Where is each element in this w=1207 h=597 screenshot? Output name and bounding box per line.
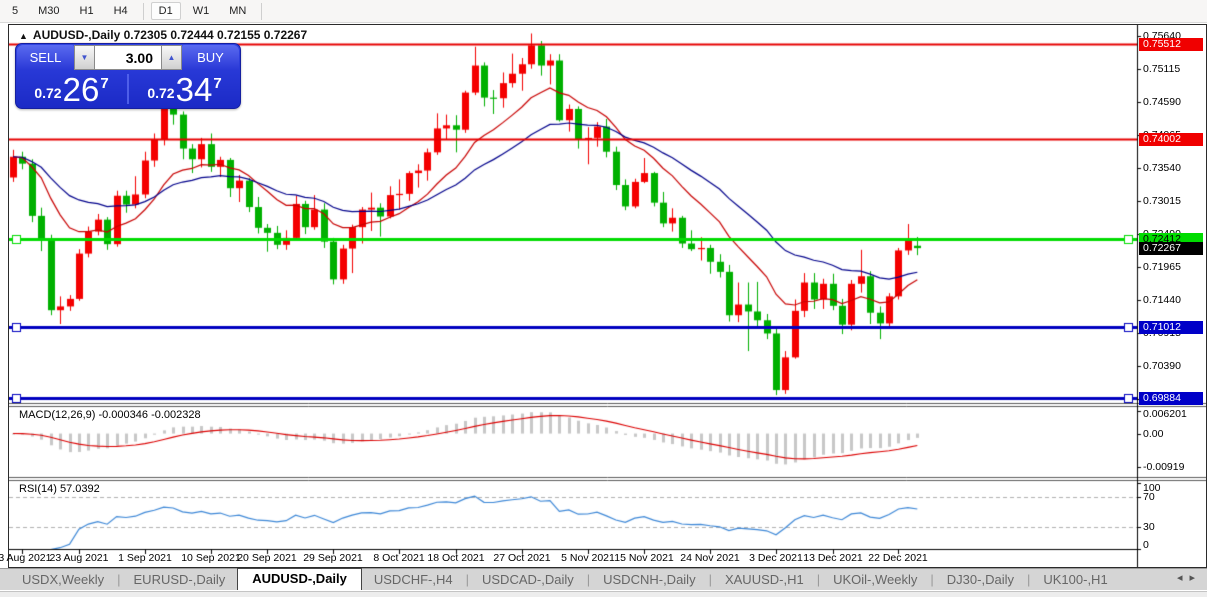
date-axis-label: 5 Nov 2021 bbox=[561, 552, 615, 564]
tab-scroll-left-icon[interactable]: ◂ bbox=[1177, 572, 1190, 584]
tab-scroll-arrows[interactable]: ◂▸ bbox=[1177, 571, 1202, 584]
status-bar bbox=[0, 591, 1207, 597]
price-tag-red: 0.75512 bbox=[1139, 38, 1203, 51]
tab-ukoil-weekly[interactable]: UKOil-,Weekly bbox=[821, 571, 929, 588]
date-axis-label: 8 Oct 2021 bbox=[373, 552, 425, 564]
tab-scroll-right-icon[interactable]: ▸ bbox=[1189, 572, 1202, 584]
price-axis-label: 0.74590 bbox=[1143, 96, 1181, 109]
date-axis-label: 20 Sep 2021 bbox=[237, 552, 297, 564]
chart-title: ▲ AUDUSD-,Daily 0.72305 0.72444 0.72155 0… bbox=[19, 28, 307, 42]
tab-separator: | bbox=[1026, 572, 1031, 587]
bid-price-sup: 7 bbox=[100, 75, 109, 92]
tab-usdcnh-daily[interactable]: USDCNH-,Daily bbox=[591, 571, 707, 588]
price-axis-label: 0.73015 bbox=[1143, 195, 1181, 208]
timeframe-toolbar: 5 M30 H1 H4 D1 W1 MN bbox=[0, 0, 1207, 23]
tab-separator: | bbox=[816, 572, 821, 587]
tab-dj30-daily[interactable]: DJ30-,Daily bbox=[935, 571, 1026, 588]
price-axis-label: 0.75115 bbox=[1143, 63, 1181, 75]
price-axis-label: 0.71440 bbox=[1143, 294, 1181, 307]
tab-eurusd-daily[interactable]: EURUSD-,Daily bbox=[122, 571, 238, 588]
price-tag-black: 0.72267 bbox=[1139, 242, 1203, 255]
price-tag-red: 0.74002 bbox=[1139, 133, 1203, 146]
chart-symbol-label: AUDUSD-,Daily bbox=[32, 28, 121, 42]
price-axis-label: 0.73540 bbox=[1143, 162, 1181, 175]
tab-separator: | bbox=[930, 572, 934, 587]
timeframe-button-mn[interactable]: MN bbox=[221, 2, 254, 20]
ask-price-sup: 7 bbox=[213, 75, 222, 92]
rsi-axis-label: 30 bbox=[1143, 521, 1155, 533]
date-axis-label: 27 Oct 2021 bbox=[493, 552, 551, 564]
tab-audusd-daily[interactable]: AUDUSD-,Daily bbox=[237, 568, 362, 590]
price-tag-blue: 0.71012 bbox=[1139, 321, 1203, 334]
macd-axis-label: -0.00919 bbox=[1143, 460, 1185, 473]
date-axis-label: 15 Nov 2021 bbox=[614, 552, 674, 564]
volume-input[interactable] bbox=[95, 45, 161, 70]
date-axis-label: 13 Aug 2021 bbox=[0, 552, 52, 564]
date-axis-label: 13 Dec 2021 bbox=[803, 552, 863, 564]
date-axis-label: 10 Sep 2021 bbox=[181, 552, 241, 564]
timeframe-button-h4[interactable]: H4 bbox=[106, 2, 136, 20]
bid-price-display[interactable]: 0.72 26 7 bbox=[16, 71, 127, 107]
toolbar-separator bbox=[142, 2, 144, 20]
rsi-axis-label: 70 bbox=[1143, 491, 1155, 503]
tab-separator: | bbox=[465, 572, 469, 587]
date-axis-label: 24 Nov 2021 bbox=[680, 552, 740, 564]
chart-window: ▲ AUDUSD-,Daily 0.72305 0.72444 0.72155 0… bbox=[0, 24, 1207, 568]
timeframe-button-5[interactable]: 5 bbox=[4, 2, 26, 20]
tab-separator: | bbox=[117, 572, 121, 587]
date-axis-label: 3 Dec 2021 bbox=[749, 552, 803, 564]
price-axis-label: 0.71965 bbox=[1143, 261, 1181, 274]
bid-price-big: 26 bbox=[62, 71, 100, 108]
rsi-indicator-label: RSI(14) 57.0392 bbox=[19, 483, 100, 495]
date-axis-label: 1 Sep 2021 bbox=[118, 552, 172, 564]
rsi-axis-label: 0 bbox=[1143, 539, 1149, 551]
price-axis-label: 0.70390 bbox=[1143, 360, 1181, 373]
macd-axis-label: 0.006201 bbox=[1143, 408, 1187, 420]
tab-xauusd-h1[interactable]: XAUUSD-,H1 bbox=[713, 571, 816, 588]
sell-button[interactable]: SELL bbox=[17, 45, 74, 70]
volume-decrease-button[interactable]: ▼ bbox=[74, 45, 95, 70]
bid-price-small: 0.72 bbox=[34, 85, 62, 101]
tab-usdx-weekly[interactable]: USDX,Weekly bbox=[10, 571, 116, 588]
timeframe-button-d1[interactable]: D1 bbox=[150, 2, 181, 20]
price-tag-blue: 0.69884 bbox=[1139, 392, 1203, 405]
tab-separator: | bbox=[708, 572, 712, 587]
date-axis-label: 23 Aug 2021 bbox=[49, 552, 109, 564]
tab-uk100-h1[interactable]: UK100-,H1 bbox=[1031, 571, 1119, 588]
date-axis-label: 22 Dec 2021 bbox=[868, 552, 928, 564]
volume-increase-button[interactable]: ▲ bbox=[161, 45, 182, 70]
tab-usdcad-daily[interactable]: USDCAD-,Daily bbox=[470, 571, 586, 588]
timeframe-button-w1[interactable]: W1 bbox=[185, 2, 218, 20]
one-click-trading-panel: SELL ▼ ▲ BUY 0.72 26 7 0.72 34 7 bbox=[15, 43, 241, 109]
tab-separator: | bbox=[586, 572, 591, 587]
chart-ohlc-values: 0.72305 0.72444 0.72155 0.72267 bbox=[123, 28, 308, 42]
ask-price-display[interactable]: 0.72 34 7 bbox=[129, 71, 240, 107]
macd-axis-label: 0.00 bbox=[1143, 427, 1164, 440]
buy-button[interactable]: BUY bbox=[182, 45, 239, 70]
date-axis-label: 29 Sep 2021 bbox=[303, 552, 363, 564]
macd-indicator-label: MACD(12,26,9) -0.000346 -0.002328 bbox=[19, 409, 201, 421]
symbol-marker-icon: ▲ bbox=[19, 31, 28, 41]
timeframe-button-h1[interactable]: H1 bbox=[72, 2, 102, 20]
ask-price-small: 0.72 bbox=[147, 85, 175, 101]
tab-usdchf-h4[interactable]: USDCHF-,H4 bbox=[362, 571, 465, 588]
timeframe-button-m30[interactable]: M30 bbox=[30, 2, 67, 20]
ask-price-big: 34 bbox=[175, 71, 213, 108]
toolbar-separator bbox=[261, 2, 263, 20]
date-axis-label: 18 Oct 2021 bbox=[427, 552, 485, 564]
chart-tab-bar: USDX,Weekly | EURUSD-,Daily AUDUSD-,Daily US… bbox=[0, 568, 1207, 590]
